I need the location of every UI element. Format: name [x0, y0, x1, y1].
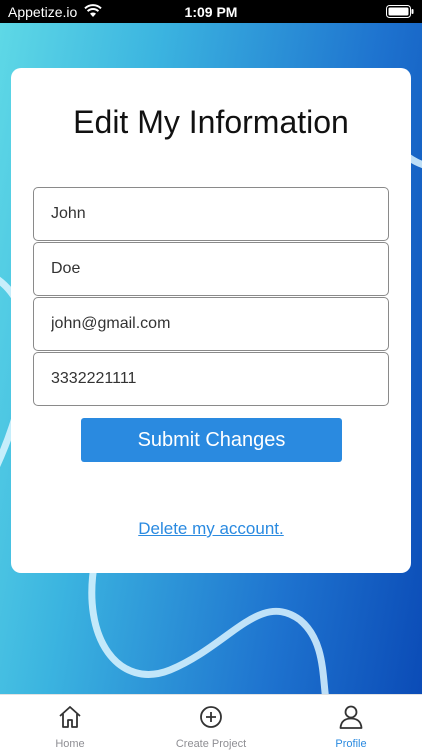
tab-bar: Home Create Project Profile — [0, 694, 422, 750]
first-name-input[interactable] — [33, 187, 389, 241]
last-name-input[interactable] — [33, 242, 389, 296]
tab-profile[interactable]: Profile — [281, 695, 421, 750]
phone-input[interactable] — [33, 352, 389, 406]
page-title: Edit My Information — [73, 104, 349, 140]
delete-account-link[interactable]: Delete my account. — [11, 519, 411, 539]
status-bar: Appetize.io 1:09 PM — [0, 0, 422, 23]
app-screen: Appetize.io 1:09 PM Edit My Information … — [0, 0, 422, 750]
tab-create-project[interactable]: Create Project — [141, 695, 281, 750]
plus-circle-icon — [200, 706, 222, 728]
tab-home-label: Home — [55, 738, 85, 750]
tab-profile-label: Profile — [335, 738, 367, 750]
edit-info-card: Edit My Information Submit Changes Delet… — [11, 68, 411, 573]
home-icon — [59, 706, 81, 728]
email-input[interactable] — [33, 297, 389, 351]
status-time: 1:09 PM — [184, 4, 238, 20]
tab-home[interactable]: Home — [0, 695, 140, 750]
tab-create-project-label: Create Project — [175, 738, 247, 750]
person-icon — [339, 705, 363, 729]
submit-changes-button[interactable]: Submit Changes — [81, 418, 342, 462]
battery-icon — [386, 5, 414, 18]
